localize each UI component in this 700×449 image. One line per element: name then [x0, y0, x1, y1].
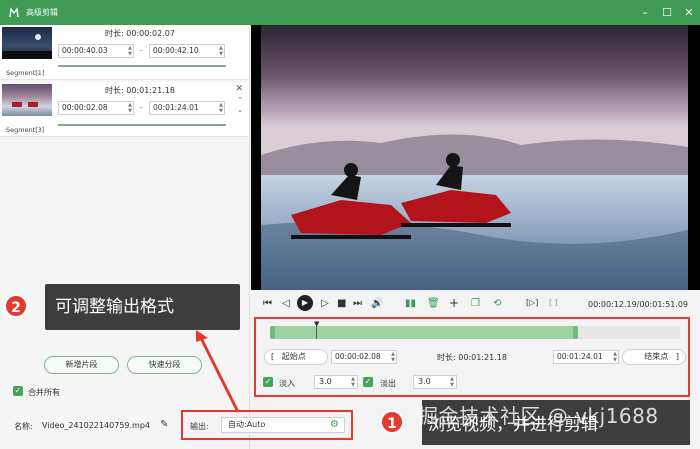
playback-time: 00:00:12.19/00:01:51.09 [588, 300, 688, 309]
callout-2-number: 2 [4, 294, 28, 318]
segment-end-field[interactable]: 00:00:42.10 ▲ ▼ [149, 44, 225, 58]
segment-thumbnail [2, 84, 52, 116]
title-bar: 高级剪辑 – ☐ ✕ [0, 0, 700, 25]
trim-end-field[interactable]: 00:01:24.01 ▲ ▼ [553, 350, 619, 364]
merge-all-checkbox[interactable]: ✓ [13, 386, 23, 396]
output-format-select[interactable]: 自动:Auto [221, 417, 345, 433]
segment-label: Segment[1] [6, 69, 45, 77]
prev-frame-icon[interactable]: ◁ [282, 298, 290, 309]
close-icon[interactable]: ✕ [678, 6, 700, 19]
fade-in-field[interactable]: 3.0 ▲ ▼ [314, 375, 358, 389]
fade-in-checkbox[interactable]: ✓ [263, 377, 273, 387]
callout-2: 可调整输出格式 [45, 284, 240, 330]
watermark: 掘金技术社区 @ vkj1688 [418, 404, 659, 428]
next-frame-icon[interactable]: ▷ [321, 298, 329, 309]
segment-end-field[interactable]: 00:01:24.01 ▲ ▼ [149, 101, 225, 115]
merge-all-label: 合并所有 [28, 388, 60, 397]
delete-icon[interactable]: 🗑 [427, 298, 440, 309]
segment-label: Segment[3] [6, 126, 45, 134]
annotation-arrow [196, 330, 240, 413]
segment-item[interactable]: Segment[1] 时长: 00:00:02.07 00:00:40.03 ▲ ▼… [0, 25, 249, 80]
new-segment-button[interactable]: 新增片段 [44, 356, 119, 374]
file-name-label: 名称: [14, 422, 33, 431]
trim-start-field[interactable]: 00:00:02.08 ▲ ▼ [331, 350, 397, 364]
minimize-icon[interactable]: – [634, 6, 656, 19]
segment-duration: 时长: 00:00:02.07 [105, 29, 175, 38]
segment-duration: 时长: 00:01:21.18 [105, 86, 175, 95]
play-icon[interactable]: ▶ [297, 295, 313, 311]
timeline[interactable] [270, 326, 680, 339]
playhead-line [316, 326, 317, 339]
skip-end-icon[interactable]: ⏭ [353, 298, 362, 309]
fade-out-label: 淡出 [380, 379, 396, 388]
copy-icon[interactable]: ❐ [471, 298, 480, 309]
split-icon[interactable]: ▮▮ [405, 298, 416, 309]
mark-in-icon[interactable]: [▷] [526, 298, 538, 307]
close-icon[interactable]: ✕ [235, 84, 243, 94]
segment-range-bar [58, 65, 226, 67]
stop-icon[interactable]: ■ [337, 298, 346, 309]
output-label: 输出: [190, 422, 209, 431]
undo-icon[interactable]: ⟲ [493, 298, 501, 309]
segment-thumbnail [2, 27, 52, 59]
skip-start-icon[interactable]: ⏮ [263, 298, 272, 309]
fade-out-field[interactable]: 3.0 ▲ ▼ [413, 375, 457, 389]
edit-name-icon[interactable]: ✎ [160, 419, 168, 430]
fade-out-checkbox[interactable]: ✓ [363, 377, 373, 387]
chevron-up-icon[interactable]: ⌃ [237, 96, 243, 104]
segment-start-field[interactable]: 00:00:02.08 ▲ ▼ [58, 101, 134, 115]
end-point-button[interactable]: 结束点 ] [622, 349, 686, 365]
gear-icon[interactable]: ⚙ [330, 419, 339, 430]
segment-start-field[interactable]: 00:00:40.03 ▲ ▼ [58, 44, 134, 58]
video-frame [261, 25, 688, 290]
chevron-down-icon[interactable]: ⌄ [237, 106, 243, 114]
callout-1-number: 1 [380, 410, 404, 434]
file-name-value: Video_241022140759.mp4 [42, 421, 150, 430]
maximize-icon[interactable]: ☐ [656, 6, 678, 19]
app-logo-icon [6, 5, 22, 21]
segment-range-bar [58, 124, 226, 126]
playback-controls: ⏮ ◁ ▶ ▷ ■ ⏭ 🔊 ▮▮ 🗑 + ❐ ⟲ [▷] [ ] 00:00:1… [251, 290, 700, 318]
video-preview[interactable] [251, 25, 700, 290]
mark-out-icon[interactable]: [ ] [549, 298, 558, 307]
trim-duration: 时长: 00:01:21.18 [437, 353, 507, 362]
start-point-button[interactable]: [ 起始点 [264, 349, 328, 365]
add-icon[interactable]: + [449, 296, 459, 310]
volume-icon[interactable]: 🔊 [371, 298, 383, 309]
segment-item[interactable]: Segment[3] 时长: 00:01:21.18 00:00:02.08 ▲ ▼… [0, 82, 249, 137]
fade-in-label: 淡入 [279, 379, 295, 388]
window-title: 高级剪辑 [26, 8, 58, 17]
